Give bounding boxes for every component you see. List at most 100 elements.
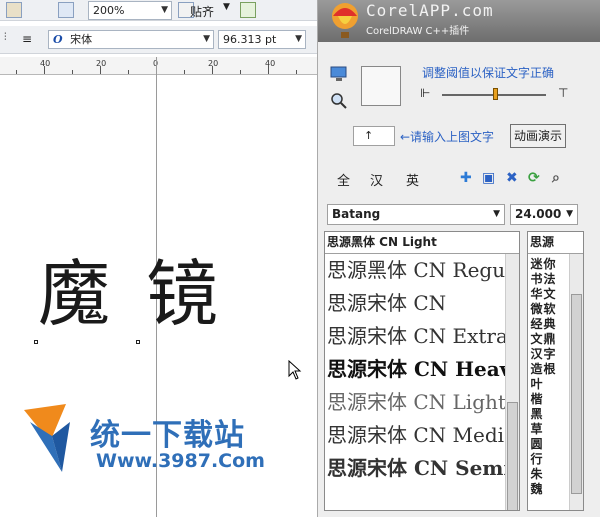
char-cell[interactable]: [556, 332, 569, 347]
char-cell[interactable]: 草: [530, 422, 543, 437]
char-cell[interactable]: [556, 362, 569, 377]
char-cell[interactable]: 文: [543, 287, 556, 302]
align-icon[interactable]: ≡: [22, 32, 32, 46]
threshold-min-icon[interactable]: ⊩: [420, 86, 430, 100]
glyph-preview-box: [361, 66, 401, 106]
char-cell[interactable]: [556, 287, 569, 302]
font-list-item[interactable]: 思源宋体 CN Light: [325, 386, 519, 419]
view-icon[interactable]: [58, 2, 74, 18]
char-cell[interactable]: [556, 377, 569, 392]
save-icon[interactable]: ▣: [482, 170, 495, 186]
char-cell[interactable]: [556, 302, 569, 317]
char-cell[interactable]: [556, 257, 569, 272]
char-list-header: 思源: [528, 232, 583, 254]
snap-dropdown-icon[interactable]: ▼: [223, 2, 230, 12]
ruler-tick: [44, 66, 45, 74]
canvas-text-char[interactable]: 魔: [38, 258, 110, 330]
balloon-logo-icon: [332, 3, 358, 38]
char-cell[interactable]: 华: [530, 287, 543, 302]
char-column: [556, 257, 569, 497]
add-icon[interactable]: ✚: [460, 170, 472, 186]
char-cell[interactable]: [556, 452, 569, 467]
zoom-combo[interactable]: 200% ▼: [88, 1, 172, 20]
char-cell[interactable]: [556, 392, 569, 407]
monitor-icon[interactable]: [330, 66, 348, 82]
char-cell[interactable]: [556, 422, 569, 437]
font-list-scrollbar[interactable]: [505, 254, 519, 510]
char-list-scrollbar[interactable]: [569, 254, 583, 510]
char-cell[interactable]: 行: [530, 452, 543, 467]
char-cell[interactable]: 鼎: [543, 332, 556, 347]
font-select[interactable]: Batang ▼: [327, 204, 505, 225]
char-cell[interactable]: 圆: [530, 437, 543, 452]
font-list-item[interactable]: 思源宋体 CN: [325, 287, 519, 320]
threshold-max-icon[interactable]: ⊤: [558, 86, 568, 100]
filter-english-button[interactable]: 英: [406, 170, 419, 189]
char-cell[interactable]: 黑: [530, 407, 543, 422]
threshold-hint: 调整阈值以保证文字正确: [422, 66, 555, 80]
char-cell[interactable]: [556, 407, 569, 422]
search-icon[interactable]: ⌕: [552, 170, 560, 186]
text-node-handle[interactable]: [136, 340, 140, 344]
char-cell[interactable]: [556, 317, 569, 332]
char-cell[interactable]: [556, 347, 569, 362]
char-cell[interactable]: 法: [543, 272, 556, 287]
char-list[interactable]: 思源 迷书华微经文汉造叶楷黑草圆行朱魏你法文软典鼎字根: [527, 231, 584, 511]
char-cell[interactable]: 迷: [530, 257, 543, 272]
threshold-slider-thumb[interactable]: [493, 88, 498, 100]
char-cell[interactable]: 经: [530, 317, 543, 332]
color-icon[interactable]: [6, 2, 22, 18]
text-node-handle[interactable]: [34, 340, 38, 344]
font-list[interactable]: 思源黑体 CN Light 思源黑体 CN Regu 思源宋体 CN 思源宋体 …: [324, 231, 520, 511]
char-cell[interactable]: 典: [543, 317, 556, 332]
char-cell[interactable]: [556, 437, 569, 452]
char-cell[interactable]: 微: [530, 302, 543, 317]
char-cell[interactable]: [543, 467, 556, 482]
close-icon[interactable]: ✖: [506, 170, 518, 186]
scrollbar-thumb[interactable]: [507, 402, 518, 510]
char-cell[interactable]: [556, 272, 569, 287]
char-cell[interactable]: 楷: [530, 392, 543, 407]
verify-char-input[interactable]: ↑: [353, 126, 395, 146]
filter-chinese-button[interactable]: 汉: [370, 170, 383, 189]
chevron-down-icon: ▼: [295, 34, 302, 44]
font-size-combo[interactable]: 96.313 pt ▼: [218, 30, 306, 49]
char-cell[interactable]: [543, 437, 556, 452]
char-cell[interactable]: [543, 407, 556, 422]
char-cell[interactable]: [543, 482, 556, 497]
char-cell[interactable]: [543, 452, 556, 467]
char-cell[interactable]: 造: [530, 362, 543, 377]
horizontal-ruler: 40 20 0 20 40: [0, 57, 317, 75]
char-cell[interactable]: 软: [543, 302, 556, 317]
font-name-combo[interactable]: O 宋体 ▼: [48, 30, 214, 49]
char-cell[interactable]: 朱: [530, 467, 543, 482]
char-cell[interactable]: 汉: [530, 347, 543, 362]
char-cell[interactable]: 你: [543, 257, 556, 272]
scrollbar-thumb[interactable]: [571, 294, 582, 494]
font-list-item[interactable]: 思源黑体 CN Regu: [325, 254, 519, 287]
refresh-icon[interactable]: ⟳: [528, 170, 540, 186]
ruler-label: 40: [265, 59, 276, 68]
snap-label[interactable]: 贴齐: [190, 3, 214, 20]
magnifier-icon[interactable]: [330, 92, 348, 110]
char-cell[interactable]: [543, 377, 556, 392]
font-list-item[interactable]: 思源宋体 CN Semi: [325, 452, 519, 485]
filter-all-button[interactable]: 全: [337, 170, 350, 189]
font-list-item[interactable]: 思源宋体 CN Heav: [325, 353, 519, 386]
char-cell[interactable]: [543, 422, 556, 437]
char-cell[interactable]: [556, 482, 569, 497]
size-select[interactable]: 24.000 ▼: [510, 204, 578, 225]
char-cell[interactable]: 文: [530, 332, 543, 347]
char-cell[interactable]: 魏: [530, 482, 543, 497]
font-list-item[interactable]: 思源宋体 CN Extra: [325, 320, 519, 353]
char-cell[interactable]: 字: [543, 347, 556, 362]
char-cell[interactable]: 根: [543, 362, 556, 377]
options-icon[interactable]: [240, 2, 256, 18]
char-cell[interactable]: [556, 467, 569, 482]
char-cell[interactable]: 叶: [530, 377, 543, 392]
char-cell[interactable]: 书: [530, 272, 543, 287]
font-list-item[interactable]: 思源宋体 CN Medi: [325, 419, 519, 452]
animation-demo-button[interactable]: 动画演示: [510, 124, 566, 148]
char-cell[interactable]: [543, 392, 556, 407]
canvas-text-char[interactable]: 镜: [146, 258, 218, 330]
